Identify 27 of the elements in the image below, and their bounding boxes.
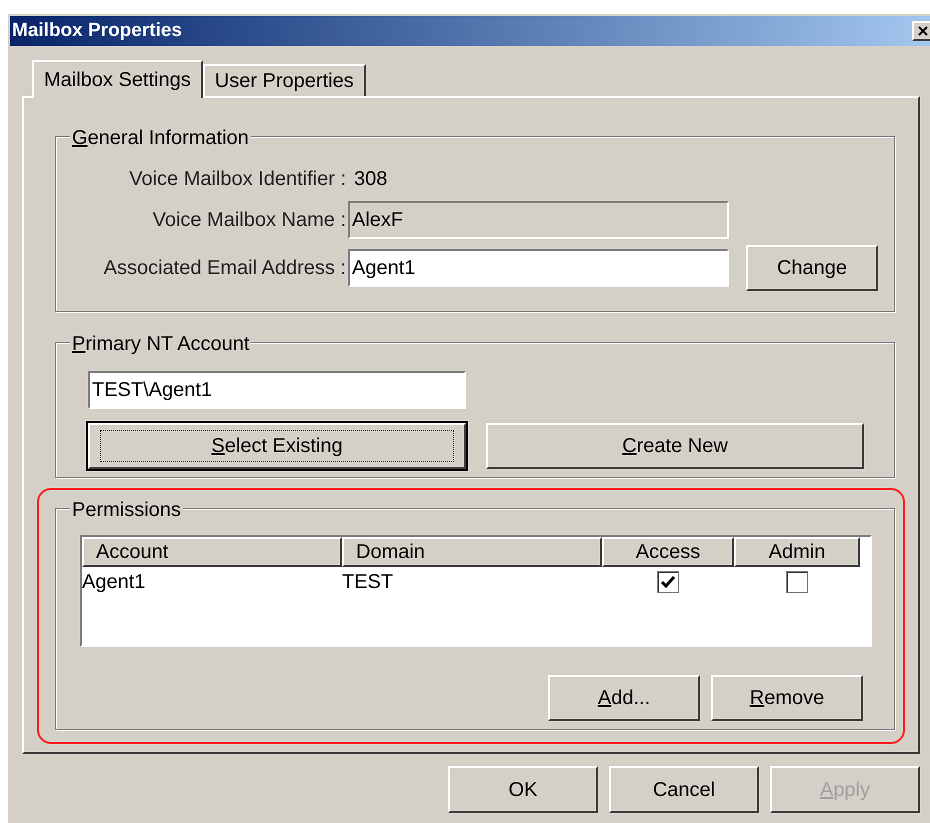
column-header[interactable]: Domain: [342, 537, 602, 567]
checkbox[interactable]: [657, 571, 679, 593]
column-header[interactable]: Admin: [734, 537, 860, 567]
column-header[interactable]: Account: [82, 537, 342, 567]
window-title: Mailbox Properties: [12, 18, 182, 43]
close-icon: [918, 26, 928, 36]
create-new-button[interactable]: Create New: [486, 423, 864, 469]
remove-button[interactable]: Remove: [711, 675, 863, 721]
field-label: Voice Mailbox Name :: [152, 208, 346, 233]
checkbox[interactable]: [786, 571, 808, 593]
field-label: Voice Mailbox Identifier :: [128, 167, 346, 192]
add-button[interactable]: Add...: [548, 675, 700, 721]
table-cell-text: Agent1: [82, 570, 146, 595]
tab[interactable]: Mailbox Settings: [32, 60, 203, 98]
input-field[interactable]: TEST\Agent1: [88, 371, 466, 409]
change-button[interactable]: Change: [746, 245, 878, 291]
close-button[interactable]: [912, 21, 930, 41]
input-field[interactable]: Agent1: [348, 249, 729, 287]
tab[interactable]: User Properties: [202, 64, 366, 96]
check-icon: [661, 576, 675, 588]
select-existing-button[interactable]: Select Existing: [88, 423, 466, 469]
field-label: Associated Email Address :: [102, 256, 346, 281]
column-header[interactable]: Access: [602, 537, 734, 567]
identifier-value: 308: [354, 167, 388, 192]
table-cell-text: TEST: [342, 570, 394, 595]
cancel-button[interactable]: Cancel: [609, 766, 759, 813]
ok-button[interactable]: OK: [448, 766, 598, 813]
